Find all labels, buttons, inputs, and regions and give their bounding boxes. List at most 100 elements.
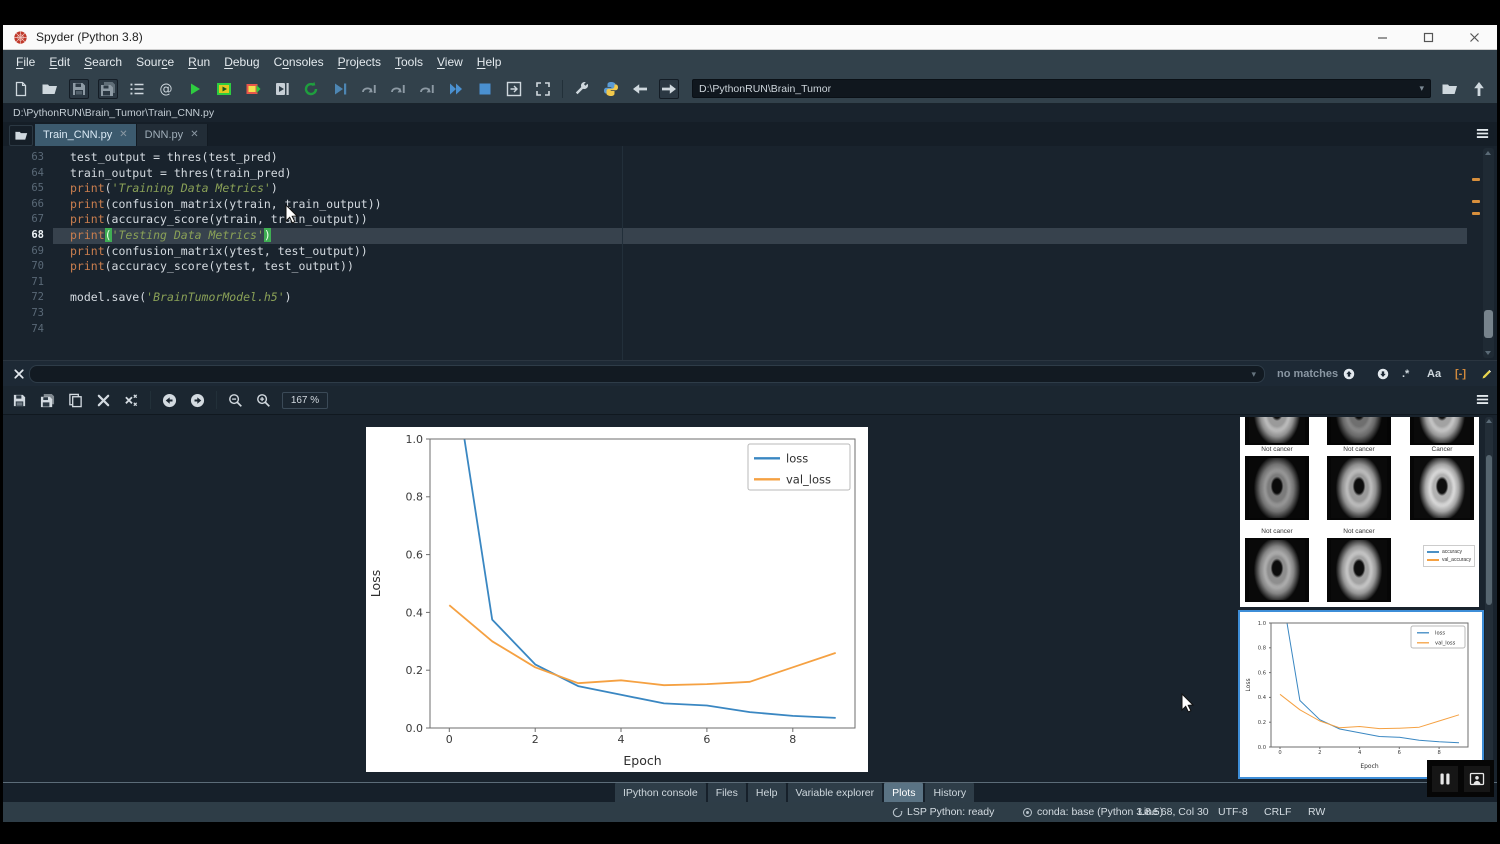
editor-scrollbar[interactable] — [1483, 148, 1494, 358]
find-previous-button[interactable] — [1340, 365, 1358, 383]
save-plot-button[interactable] — [10, 391, 29, 410]
menu-file[interactable]: File — [9, 50, 42, 74]
webcam-toggle-button[interactable] — [1464, 766, 1490, 792]
pane-tab-ipython-console[interactable]: IPython console — [615, 783, 706, 803]
maximize-button[interactable] — [1405, 25, 1451, 50]
next-plot-button[interactable] — [188, 391, 207, 410]
find-status: no matches — [1277, 361, 1338, 387]
menu-view[interactable]: View — [430, 50, 470, 74]
mri-grid-plot-thumbnail[interactable]: Not cancerNot cancerCancerNot cancerNot … — [1240, 417, 1479, 607]
code-text — [53, 275, 1467, 291]
maximize-pane-button[interactable] — [504, 79, 524, 99]
highlight-matches-button[interactable] — [1478, 365, 1496, 383]
svg-text:0.8: 0.8 — [406, 491, 424, 504]
menu-tools[interactable]: Tools — [388, 50, 430, 74]
find-bar: ▾ no matches .* Aa [-] — [3, 360, 1497, 386]
thumbnails-scrollbar[interactable] — [1485, 417, 1493, 770]
debug-step-into-button[interactable] — [388, 79, 408, 99]
whole-words-toggle-button[interactable]: [-] — [1455, 365, 1466, 383]
search-history-caret-icon[interactable]: ▾ — [1251, 369, 1256, 380]
tab-label: DNN.py — [145, 129, 184, 141]
debug-stop-button[interactable] — [475, 79, 495, 99]
run-selection-button[interactable] — [272, 79, 292, 99]
zoom-out-button[interactable] — [226, 391, 245, 410]
editor-options-button[interactable] — [1475, 126, 1491, 142]
python-path-manager-button[interactable] — [601, 79, 621, 99]
minimize-button[interactable] — [1359, 25, 1405, 50]
run-cell-advance-button[interactable] — [243, 79, 263, 99]
cursor-position-status: Line 68, Col 30 — [1138, 802, 1209, 822]
svg-text:1.0: 1.0 — [406, 433, 424, 446]
close-button[interactable] — [1451, 25, 1497, 50]
editor-tab-train_cnn.py[interactable]: Train_CNN.py✕ — [35, 124, 137, 146]
run-cell-button[interactable] — [214, 79, 234, 99]
close-find-button[interactable] — [10, 365, 28, 383]
previous-plot-button[interactable] — [160, 391, 179, 410]
fullscreen-button[interactable] — [533, 79, 553, 99]
debug-continue-button[interactable] — [446, 79, 466, 99]
preferences-button[interactable] — [572, 79, 592, 99]
browse-tabs-button[interactable] — [9, 125, 33, 146]
working-directory-combobox[interactable]: D:\PythonRUN\Brain_Tumor ▾ — [692, 79, 1431, 98]
scroll-up-arrow-icon[interactable] — [1486, 419, 1492, 423]
pane-tab-history[interactable]: History — [925, 783, 974, 803]
run-file-button[interactable] — [185, 79, 205, 99]
mri-image-label: Not cancer — [1245, 446, 1309, 453]
back-button[interactable] — [630, 79, 650, 99]
remove-all-plots-button[interactable] — [122, 391, 141, 410]
menu-help[interactable]: Help — [470, 50, 509, 74]
dropdown-caret-icon[interactable]: ▾ — [1419, 83, 1424, 94]
menu-source[interactable]: Source — [129, 50, 181, 74]
save-button[interactable] — [69, 79, 89, 99]
pane-tab-help[interactable]: Help — [748, 783, 786, 803]
zoom-level-box[interactable]: 167 % — [282, 392, 328, 409]
menu-search[interactable]: Search — [77, 50, 129, 74]
recorder-overlay — [1427, 760, 1494, 797]
regex-toggle-button[interactable]: .* — [1402, 365, 1409, 383]
code-line-74: 74 — [3, 322, 1467, 338]
save-all-button[interactable] — [98, 79, 118, 99]
svg-text:0.2: 0.2 — [1258, 720, 1266, 726]
editor-tab-dnn.py[interactable]: DNN.py ✕ — [137, 124, 208, 146]
plots-options-button[interactable] — [1475, 392, 1491, 408]
pane-tab-plots[interactable]: Plots — [884, 783, 923, 803]
menu-consoles[interactable]: Consoles — [267, 50, 331, 74]
search-input[interactable]: ▾ — [29, 365, 1265, 383]
svg-text:@: @ — [160, 82, 173, 97]
rerun-cell-button[interactable] — [301, 79, 321, 99]
pane-tab-files[interactable]: Files — [708, 783, 746, 803]
scroll-up-arrow-icon[interactable] — [1485, 151, 1491, 155]
menu-edit[interactable]: Edit — [42, 50, 77, 74]
scroll-down-arrow-icon[interactable] — [1485, 351, 1491, 355]
loss-plot-thumbnail-selected[interactable]: 024680.00.20.40.60.81.0EpochLosslossval_… — [1238, 610, 1484, 779]
code-editor[interactable]: 63test_output = thres(test_pred)64train_… — [3, 146, 1497, 360]
remove-plot-button[interactable] — [94, 391, 113, 410]
zoom-in-button[interactable] — [254, 391, 273, 410]
plots-toolbar-buttons — [10, 391, 273, 410]
legend-entry: val_accuracy — [1427, 556, 1471, 564]
plots-pane: 024680.00.20.40.60.81.0EpochLosslossval_… — [3, 415, 1497, 782]
debug-step-return-button[interactable] — [417, 79, 437, 99]
parent-directory-button[interactable] — [1469, 79, 1489, 99]
debug-step-button[interactable] — [359, 79, 379, 99]
debug-file-button[interactable] — [330, 79, 350, 99]
close-tab-icon[interactable]: ✕ — [190, 130, 198, 140]
pane-tab-variable-explorer[interactable]: Variable explorer — [788, 783, 883, 803]
copy-plot-button[interactable] — [66, 391, 85, 410]
find-next-button[interactable] — [1374, 365, 1392, 383]
close-tab-icon[interactable]: ✕ — [119, 130, 127, 140]
forward-button[interactable] — [659, 79, 679, 99]
pause-recording-button[interactable] — [1432, 766, 1458, 792]
save-all-plots-button[interactable] — [38, 391, 57, 410]
new-file-button[interactable] — [11, 79, 31, 99]
browse-directory-button[interactable] — [1440, 79, 1460, 99]
thumbnails-scrollbar-thumb[interactable] — [1486, 455, 1492, 605]
case-sensitive-toggle-button[interactable]: Aa — [1427, 365, 1441, 383]
menu-run[interactable]: Run — [181, 50, 217, 74]
menu-debug[interactable]: Debug — [217, 50, 266, 74]
find-symbols-button[interactable]: @ — [156, 79, 176, 99]
editor-scrollbar-thumb[interactable] — [1484, 310, 1493, 338]
open-file-button[interactable] — [40, 79, 60, 99]
file-switcher-button[interactable] — [127, 79, 147, 99]
menu-projects[interactable]: Projects — [331, 50, 388, 74]
